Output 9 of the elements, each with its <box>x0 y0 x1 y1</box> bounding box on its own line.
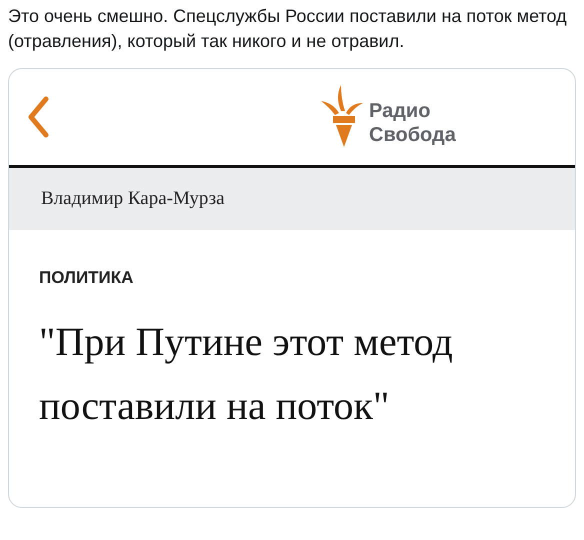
logo-text: Радио <box>369 99 432 123</box>
article-card[interactable]: Радио Свобода Владимир Кара-Мурза ПОЛИТИКА "При Путине этот метод поставили на поток" <box>8 68 576 508</box>
author-name: Владимир Кара-Мурза <box>41 188 225 210</box>
category-label: ПОЛИТИКА <box>39 268 134 288</box>
back-icon[interactable] <box>27 96 49 138</box>
logo-text: Свобода <box>369 123 456 147</box>
torch-icon <box>319 83 365 149</box>
article-headline: "При Путине этот метод поставили на поток" <box>39 318 454 430</box>
tweet-text: Это очень смешно. Спецслужбы России поставили на поток метод (отравления), который так никого и не отравил. <box>8 5 568 53</box>
